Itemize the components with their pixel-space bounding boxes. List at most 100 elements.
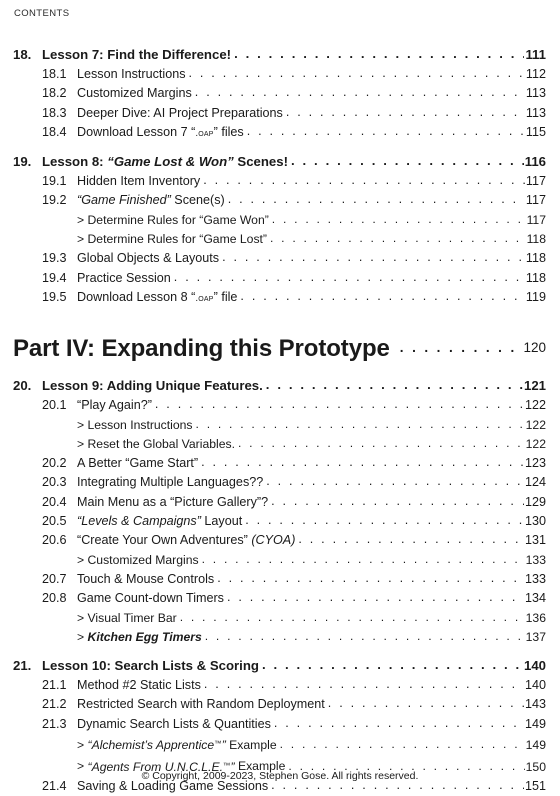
toc-entry-level-2[interactable]: 18.3 Deeper Dive: AI Project Preparations… xyxy=(0,104,560,123)
toc-entry-level-3[interactable]: > “Alchemist’s Apprentice™” Example. . .… xyxy=(0,734,560,755)
toc-entry-number: 19.5 xyxy=(42,289,67,304)
toc-leader-dots: . . . . . . . . . . . . . . . . . . . . … xyxy=(234,46,524,61)
toc-page-number: 113 xyxy=(525,86,546,101)
toc-leader-dots: . . . . . . . . . . . . . . . . . . . . … xyxy=(237,435,525,450)
toc-page-number: 137 xyxy=(525,629,546,644)
running-header: CONTENTS xyxy=(14,8,70,19)
toc-entry-number: 19.1 xyxy=(42,174,67,189)
toc-entry-title: “Game Finished” Scene(s) xyxy=(77,193,225,208)
toc-entry-number: 20.3 xyxy=(42,475,67,490)
toc-entry-title: Download Lesson 7 “.oap” files xyxy=(77,124,244,139)
toc-entry-level-2[interactable]: 19.1 Hidden Item Inventory. . . . . . . .… xyxy=(0,172,560,191)
toc-leader-dots: . . . . . . . . . . . . . . . . . . . . … xyxy=(271,211,526,226)
toc-entry-level-2[interactable]: 18.2 Customized Margins. . . . . . . . . … xyxy=(0,84,560,103)
toc-page-number: 130 xyxy=(524,514,546,529)
toc-page-number: 143 xyxy=(524,697,546,712)
toc-page-number: 111 xyxy=(525,47,546,62)
toc-entry-number: 20.5 xyxy=(42,514,67,529)
toc-entry-title: > Customized Margins xyxy=(77,552,199,567)
toc-leader-dots: . . . . . . . . . . . . . . . . . . . . … xyxy=(217,570,524,585)
toc-entry-level-2[interactable]: 21.3 Dynamic Search Lists & Quantities. .… xyxy=(0,715,560,734)
toc-entry-level-2[interactable]: 21.1 Method #2 Static Lists. . . . . . . … xyxy=(0,676,560,695)
toc-page-number: 116 xyxy=(524,154,546,170)
toc-entry-level-2[interactable]: 18.1 Lesson Instructions. . . . . . . . .… xyxy=(0,65,560,84)
toc-page-number: 134 xyxy=(524,591,546,606)
toc-page-number: 122 xyxy=(525,436,546,451)
toc-entry-level-2[interactable]: 20.8 Game Count-down Timers. . . . . . . … xyxy=(0,589,560,608)
toc-entry-title: > Lesson Instructions xyxy=(77,417,193,432)
toc-entry-level-2[interactable]: 21.2 Restricted Search with Random Deploy… xyxy=(0,695,560,714)
toc-entry-title: > Kitchen Egg Timers xyxy=(77,629,202,644)
toc-leader-dots: . . . . . . . . . . . . . . . . . . . . … xyxy=(188,66,525,80)
toc-entry-number: 21.1 xyxy=(42,678,67,693)
toc-entry-level-2[interactable]: 19.2 “Game Finished” Scene(s). . . . . . … xyxy=(0,191,560,210)
toc-entry-level-2[interactable]: 20.4 Main Menu as a “Picture Gallery”?. .… xyxy=(0,493,560,512)
toc-entry-level-2[interactable]: 20.6 “Create Your Own Adventures” (CYOA).… xyxy=(0,531,560,550)
toc-leader-dots: . . . . . . . . . . . . . . . . . . . . … xyxy=(399,340,523,356)
toc-part-heading[interactable]: Part IV: Expanding this Prototype . . . .… xyxy=(0,334,560,367)
toc-entry-title: Lesson 8: “Game Lost & Won” Scenes! xyxy=(42,154,288,170)
toc-entry-level-3[interactable]: > Customized Margins. . . . . . . . . . … xyxy=(0,551,560,570)
toc-entry-number: 21. xyxy=(13,658,32,674)
toc-entry-level-2[interactable]: 19.4 Practice Session. . . . . . . . . . … xyxy=(0,269,560,288)
toc-entry-title: > “Alchemist’s Apprentice™” Example xyxy=(77,738,277,753)
toc-page-number: 129 xyxy=(524,494,546,509)
toc-entry-title: > Determine Rules for “Game Won” xyxy=(77,212,269,227)
table-of-contents: 18. Lesson 7: Find the Difference! . . . .… xyxy=(0,36,560,796)
toc-entry-level-3[interactable]: > Determine Rules for “Game Lost”. . . .… xyxy=(0,230,560,249)
toc-entry-level-3[interactable]: > Kitchen Egg Timers. . . . . . . . . . … xyxy=(0,628,560,647)
toc-entry-title: Restricted Search with Random Deployment xyxy=(77,697,325,712)
toc-entry-level-1[interactable]: 21. Lesson 10: Search Lists & Scoring. . … xyxy=(0,656,560,676)
toc-entry-level-3[interactable]: > Determine Rules for “Game Won”. . . . … xyxy=(0,211,560,230)
toc-entry-level-2[interactable]: 19.5 Download Lesson 8 “.oap” file. . . .… xyxy=(0,288,560,308)
toc-entry-title: Part IV: Expanding this Prototype xyxy=(13,335,390,363)
toc-leader-dots: . . . . . . . . . . . . . . . . . . . . … xyxy=(240,288,525,303)
toc-entry-title: Method #2 Static Lists xyxy=(77,678,201,693)
toc-page-number: 115 xyxy=(525,124,546,139)
toc-entry-title: > Visual Timer Bar xyxy=(77,610,177,625)
toc-entry-level-1[interactable]: 19. Lesson 8: “Game Lost & Won” Scenes!. … xyxy=(0,152,560,172)
toc-entry-level-1[interactable]: 18. Lesson 7: Find the Difference!. . . .… xyxy=(0,45,560,65)
toc-leader-dots: . . . . . . . . . . . . . . . . . . . . … xyxy=(173,269,525,284)
toc-entry-title: Practice Session xyxy=(77,270,171,285)
toc-entry-level-2[interactable]: 20.7 Touch & Mouse Controls. . . . . . . … xyxy=(0,570,560,589)
toc-page-number: 131 xyxy=(524,533,546,548)
toc-leader-dots: . . . . . . . . . . . . . . . . . . . . … xyxy=(327,696,524,711)
toc-entry-title: “Play Again?” xyxy=(77,398,152,413)
toc-entry-title: Customized Margins xyxy=(77,86,192,101)
toc-entry-level-2[interactable]: 20.3 Integrating Multiple Languages??. . … xyxy=(0,473,560,492)
toc-entry-level-2[interactable]: 20.1 “Play Again?”. . . . . . . . . . . .… xyxy=(0,396,560,415)
toc-entry-title: Integrating Multiple Languages?? xyxy=(77,475,264,490)
toc-entry-level-3[interactable]: > Reset the Global Variables.. . . . . .… xyxy=(0,435,560,454)
toc-leader-dots: . . . . . . . . . . . . . . . . . . . . … xyxy=(201,551,525,566)
toc-page-number: 112 xyxy=(525,67,546,81)
toc-entry-number: 19.4 xyxy=(42,270,67,285)
toc-entry-level-2[interactable]: 20.2 A Better “Game Start”. . . . . . . .… xyxy=(0,454,560,473)
toc-entry-number: 20.1 xyxy=(42,398,67,413)
toc-entry-number: 21.3 xyxy=(42,716,67,731)
toc-entry-number: 20.7 xyxy=(42,571,67,586)
toc-entry-number: 19. xyxy=(13,154,32,170)
toc-page-number: 140 xyxy=(523,658,546,674)
toc-entry-level-1[interactable]: 20. Lesson 9: Adding Unique Features.. . … xyxy=(0,376,560,396)
toc-leader-dots: . . . . . . . . . . . . . . . . . . . . … xyxy=(194,85,525,100)
toc-leader-dots: . . . . . . . . . . . . . . . . . . . . … xyxy=(270,231,526,246)
toc-entry-level-3[interactable]: > Lesson Instructions. . . . . . . . . .… xyxy=(0,416,560,435)
toc-entry-level-3[interactable]: > Visual Timer Bar. . . . . . . . . . . … xyxy=(0,609,560,628)
toc-leader-dots: . . . . . . . . . . . . . . . . . . . . … xyxy=(154,397,524,412)
toc-page-number: 123 xyxy=(524,456,546,471)
toc-entry-title: Game Count-down Timers xyxy=(77,591,224,606)
toc-entry-number: 20.8 xyxy=(42,591,67,606)
toc-entry-title: Lesson Instructions xyxy=(77,67,186,81)
toc-leader-dots: . . . . . . . . . . . . . . . . . . . . … xyxy=(261,657,523,673)
toc-entry-level-2[interactable]: 20.5 “Levels & Campaigns” Layout. . . . .… xyxy=(0,512,560,531)
toc-leader-dots: . . . . . . . . . . . . . . . . . . . . … xyxy=(195,416,525,431)
toc-entry-title: Hidden Item Inventory xyxy=(77,174,201,189)
toc-entry-level-2[interactable]: 19.3 Global Objects & Layouts. . . . . . … xyxy=(0,249,560,268)
toc-page-number: 113 xyxy=(525,105,546,120)
toc-entry-level-2[interactable]: 18.4 Download Lesson 7 “.oap” files. . . … xyxy=(0,123,560,143)
toc-page-number: 118 xyxy=(525,251,546,266)
toc-page-number: 121 xyxy=(523,378,546,394)
toc-entry-number: 20.6 xyxy=(42,533,67,548)
toc-leader-dots: . . . . . . . . . . . . . . . . . . . . … xyxy=(279,737,525,752)
